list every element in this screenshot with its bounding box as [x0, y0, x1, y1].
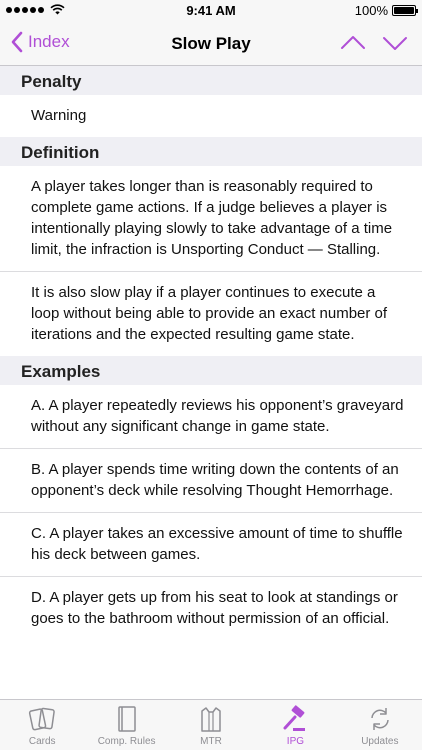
tab-label: Comp. Rules	[97, 736, 156, 747]
tab-cards[interactable]: Cards	[0, 700, 84, 750]
shirt-icon	[201, 707, 221, 732]
tab-label: Cards	[28, 736, 56, 747]
tab-label: Updates	[361, 736, 399, 747]
status-bar: 9:41 AM 100%	[0, 0, 422, 22]
tab-label: MTR	[200, 736, 222, 747]
refresh-icon	[371, 708, 389, 730]
battery-icon	[392, 5, 418, 16]
tab-label: IPG	[286, 736, 305, 747]
chevron-down-icon[interactable]	[382, 32, 408, 54]
content-scroll[interactable]: Penalty Warning Definition A player take…	[0, 66, 422, 699]
definition-paragraph: A player takes longer than is reasonably…	[0, 166, 422, 272]
definition-paragraph: It is also slow play if a player continu…	[31, 284, 388, 343]
tab-ipg[interactable]: IPG	[253, 700, 337, 750]
chevron-up-icon[interactable]	[340, 32, 366, 54]
battery-indicator: 100%	[354, 3, 418, 18]
penalty-value: Warning	[31, 107, 87, 124]
tab-bar: Cards Comp. Rules MTR IPG Updates	[0, 699, 422, 750]
nav-arrows	[340, 32, 408, 54]
tab-mtr[interactable]: MTR	[169, 700, 253, 750]
book-icon	[117, 706, 136, 732]
example-item: A. A player repeatedly reviews his oppon…	[0, 385, 422, 449]
example-item: C. A player takes an excessive amount of…	[0, 513, 422, 577]
section-header-penalty: Penalty	[0, 66, 422, 95]
tab-comp-rules[interactable]: Comp. Rules	[84, 700, 168, 750]
gavel-icon	[283, 705, 306, 731]
tab-updates[interactable]: Updates	[338, 700, 422, 750]
example-item: B. A player spends time writing down the…	[0, 449, 422, 513]
cards-icon	[29, 707, 56, 731]
battery-percent: 100%	[354, 3, 388, 18]
navigation-bar: Index Slow Play	[0, 22, 422, 66]
section-header-definition: Definition	[0, 137, 422, 166]
example-item: D. A player gets up from his seat to loo…	[31, 589, 398, 627]
section-header-examples: Examples	[0, 356, 422, 385]
